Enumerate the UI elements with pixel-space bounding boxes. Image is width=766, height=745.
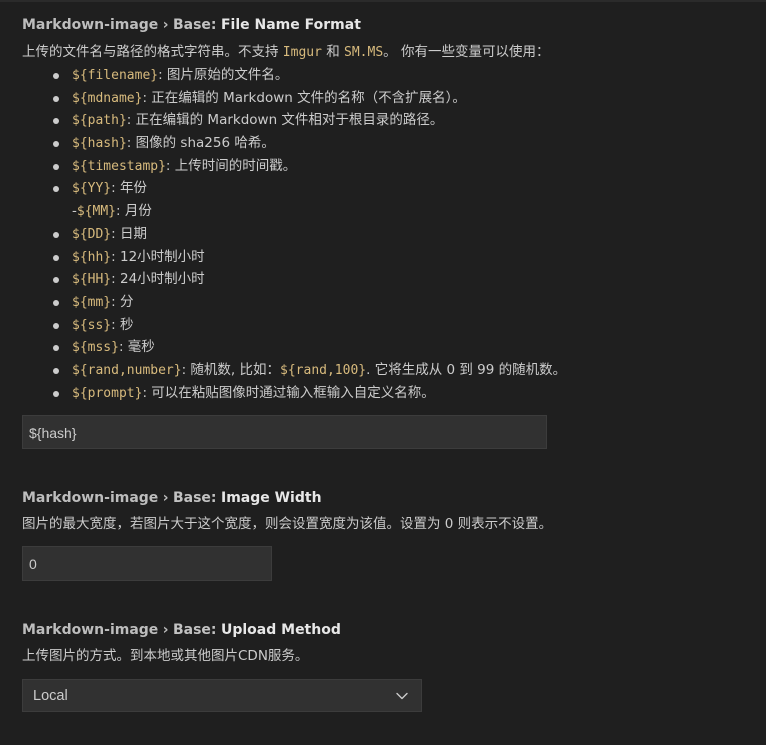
variable-text: : 24小时制小时 xyxy=(111,271,205,288)
setting-category: Markdown-image xyxy=(22,17,159,33)
bullet-icon xyxy=(53,73,59,79)
variable-code: ${MM} xyxy=(76,204,117,220)
bullet-icon xyxy=(53,367,59,374)
setting-upload-method: Markdown-image › Base: Upload Method 上传图… xyxy=(22,620,752,667)
description-text: 和 xyxy=(321,44,345,60)
list-item: ${hash}: 图像的 sha256 哈希。 xyxy=(50,132,752,155)
setting-title: Markdown-image › Base: File Name Format xyxy=(22,15,752,35)
setting-group: Base: xyxy=(172,490,217,506)
setting-group: Base: xyxy=(172,17,217,33)
setting-description: 上传的文件名与路径的格式字符串。不支持 Imgur 和 SM.MS。 你有一些变… xyxy=(22,41,752,64)
variable-code: ${ss} xyxy=(72,317,112,333)
list-item: ${prompt}: 可以在粘贴图像时通过输入框输入自定义名称。 xyxy=(50,382,752,405)
bullet-icon xyxy=(53,299,59,306)
variable-text: : 图片原始的文件名。 xyxy=(158,67,289,83)
bullet-icon xyxy=(53,231,59,238)
variable-code: ${rand,number} xyxy=(72,362,182,378)
bullet-icon xyxy=(53,141,59,148)
variable-text: : 可以在粘贴图像时通过输入框输入自定义名称。 xyxy=(142,384,435,401)
variable-code: ${YY} xyxy=(72,181,112,197)
chevron-down-icon xyxy=(396,692,408,700)
variable-text: : 日期 xyxy=(111,225,147,242)
list-item: ${HH}: 24小时制小时 xyxy=(50,268,752,291)
variable-text: : 秒 xyxy=(111,316,134,333)
variable-text: : 毫秒 xyxy=(118,339,155,356)
variable-text: : 正在编辑的 Markdown 文件的名称（不含扩展名）。 xyxy=(142,89,466,106)
setting-image-width: Markdown-image › Base: Image Width 图片的最大… xyxy=(22,488,752,535)
variable-code: ${path} xyxy=(72,113,127,129)
bullet-icon xyxy=(53,95,59,102)
setting-group: Base: xyxy=(172,622,217,638)
upload-method-value: Local xyxy=(33,688,68,704)
variable-code: ${DD} xyxy=(72,226,112,242)
variable-text: : 正在编辑的 Markdown 文件相对于根目录的路径。 xyxy=(126,112,444,129)
variable-code: ${rand,100} xyxy=(280,362,367,378)
setting-file-name-format: Markdown-image › Base: File Name Format … xyxy=(22,15,752,404)
variable-list: ${filename}: 图片原始的文件名。 ${mdname}: 正在编辑的 … xyxy=(22,64,752,404)
variable-code: ${mdname} xyxy=(72,90,143,106)
description-text: 上传的文件名与路径的格式字符串。不支持 xyxy=(22,44,283,60)
variable-text: : 图像的 sha256 哈希。 xyxy=(126,135,275,152)
list-item: ${hh}: 12小时制小时 xyxy=(50,246,752,269)
list-item: ${timestamp}: 上传时间的时间戳。 xyxy=(50,155,752,178)
list-item: ${filename}: 图片原始的文件名。 xyxy=(50,64,752,87)
description-code-imgur: Imgur xyxy=(282,45,322,60)
bullet-icon xyxy=(53,322,59,329)
setting-category: Markdown-image xyxy=(22,622,159,638)
variable-text: : 随机数, 比如： xyxy=(181,361,281,378)
variable-code: ${mss} xyxy=(72,340,119,356)
variable-code: ${filename} xyxy=(72,68,159,83)
variable-text: : 月份 xyxy=(116,203,152,220)
variable-text: . 它将生成从 0 到 99 的随机数。 xyxy=(366,361,567,378)
variable-text: : 年份 xyxy=(111,180,147,197)
image-width-input[interactable]: 0 xyxy=(22,546,272,581)
description-code-smms: SM.MS xyxy=(344,45,384,60)
list-item: -${MM}: 月份 xyxy=(50,200,752,223)
variable-text: : 12小时制小时 xyxy=(111,248,205,265)
bullet-icon xyxy=(53,254,59,261)
list-item: ${mm}: 分 xyxy=(50,291,752,314)
variable-text: : 分 xyxy=(111,293,134,310)
setting-separator: › xyxy=(162,622,169,638)
setting-separator: › xyxy=(162,490,169,506)
variable-code: ${prompt} xyxy=(72,385,143,401)
bullet-icon xyxy=(53,345,59,352)
setting-name: Upload Method xyxy=(220,622,341,638)
bullet-icon xyxy=(53,390,59,397)
list-item: ${DD}: 日期 xyxy=(50,223,752,246)
upload-method-select[interactable]: Local xyxy=(22,679,422,712)
bullet-icon xyxy=(53,163,59,170)
list-item: ${mdname}: 正在编辑的 Markdown 文件的名称（不含扩展名）。 xyxy=(50,87,752,110)
setting-name: File Name Format xyxy=(220,17,361,33)
list-item: ${mss}: 毫秒 xyxy=(50,336,752,359)
setting-title: Markdown-image › Base: Upload Method xyxy=(22,620,752,640)
bullet-icon xyxy=(53,277,59,284)
variable-code: ${hash} xyxy=(72,136,127,152)
setting-name: Image Width xyxy=(220,490,322,506)
variable-code: ${timestamp} xyxy=(72,158,166,174)
setting-title: Markdown-image › Base: Image Width xyxy=(22,488,752,508)
list-item: ${ss}: 秒 xyxy=(50,314,752,337)
list-item: ${YY}: 年份 xyxy=(50,177,752,200)
bullet-icon xyxy=(53,118,59,125)
variable-text: : 上传时间的时间戳。 xyxy=(165,157,297,174)
setting-separator: › xyxy=(162,17,169,33)
bullet-icon xyxy=(53,186,59,193)
variable-code: ${hh} xyxy=(72,249,112,265)
list-item: ${path}: 正在编辑的 Markdown 文件相对于根目录的路径。 xyxy=(50,109,752,132)
variable-code: ${mm} xyxy=(72,294,112,310)
setting-category: Markdown-image xyxy=(22,490,159,506)
file-name-format-input[interactable]: ${hash} xyxy=(22,415,547,449)
list-item: ${rand,number}: 随机数, 比如：${rand,100}. 它将生… xyxy=(50,359,752,382)
editor-top-border xyxy=(0,0,766,2)
setting-description: 图片的最大宽度，若图片大于这个宽度，则会设置宽度为该值。设置为 0 则表示不设置… xyxy=(22,516,553,532)
setting-description: 上传图片的方式。到本地或其他图片CDN服务。 xyxy=(22,648,309,664)
variable-code: ${HH} xyxy=(72,272,112,288)
description-text: 。 你有一些变量可以使用： xyxy=(383,44,550,60)
